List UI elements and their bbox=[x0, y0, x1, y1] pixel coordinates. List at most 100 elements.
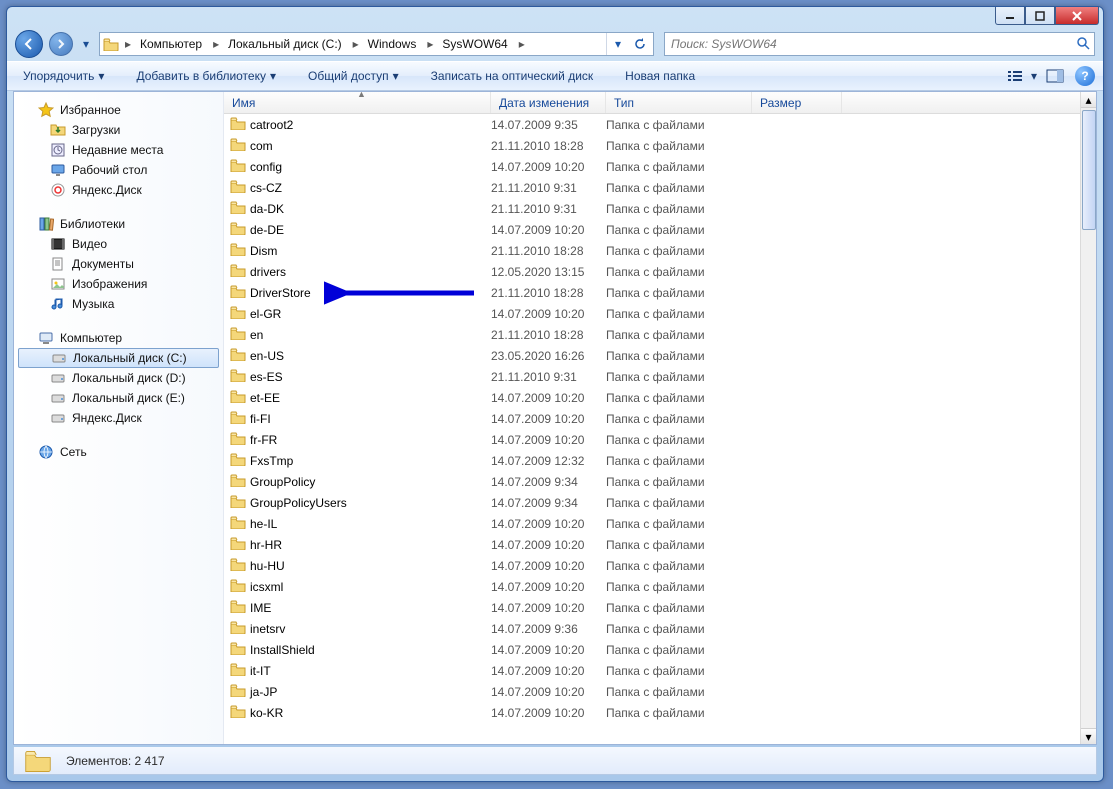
file-row[interactable]: cs-CZ21.11.2010 9:31Папка с файлами bbox=[224, 177, 1080, 198]
sidebar-item[interactable]: Документы bbox=[14, 254, 223, 274]
sidebar-group-label: Избранное bbox=[60, 103, 121, 117]
file-row[interactable]: config14.07.2009 10:20Папка с файлами bbox=[224, 156, 1080, 177]
sidebar-item[interactable]: Недавние места bbox=[14, 140, 223, 160]
file-row[interactable]: hu-HU14.07.2009 10:20Папка с файлами bbox=[224, 555, 1080, 576]
file-date: 14.07.2009 10:20 bbox=[491, 664, 584, 678]
file-row[interactable]: de-DE14.07.2009 10:20Папка с файлами bbox=[224, 219, 1080, 240]
column-size[interactable]: Размер bbox=[752, 92, 842, 113]
vertical-scrollbar[interactable]: ▴ ▾ bbox=[1080, 92, 1096, 744]
file-row[interactable]: catroot214.07.2009 9:35Папка с файлами bbox=[224, 114, 1080, 135]
file-row[interactable]: IME14.07.2009 10:20Папка с файлами bbox=[224, 597, 1080, 618]
file-row[interactable]: GroupPolicyUsers14.07.2009 9:34Папка с ф… bbox=[224, 492, 1080, 513]
sidebar-item[interactable]: Локальный диск (C:) bbox=[18, 348, 219, 368]
file-row[interactable]: GroupPolicy14.07.2009 9:34Папка с файлам… bbox=[224, 471, 1080, 492]
file-row[interactable]: it-IT14.07.2009 10:20Папка с файлами bbox=[224, 660, 1080, 681]
sidebar-item[interactable]: Изображения bbox=[14, 274, 223, 294]
breadcrumb-item[interactable]: Компьютер bbox=[136, 33, 208, 55]
sidebar-group-header[interactable]: Библиотеки bbox=[14, 214, 223, 234]
search-box[interactable] bbox=[664, 32, 1095, 56]
breadcrumb-dropdown[interactable]: ▾ bbox=[607, 33, 629, 55]
column-name[interactable]: Имя ▲ bbox=[224, 92, 491, 113]
file-row[interactable]: com21.11.2010 18:28Папка с файлами bbox=[224, 135, 1080, 156]
file-row[interactable]: en21.11.2010 18:28Папка с файлами bbox=[224, 324, 1080, 345]
file-row[interactable]: InstallShield14.07.2009 10:20Папка с фай… bbox=[224, 639, 1080, 660]
preview-pane-button[interactable] bbox=[1043, 65, 1067, 87]
back-button[interactable] bbox=[15, 30, 43, 58]
file-type: Папка с файлами bbox=[606, 559, 705, 573]
new-folder-button[interactable]: Новая папка bbox=[617, 65, 703, 87]
scroll-thumb[interactable] bbox=[1082, 110, 1096, 230]
refresh-button[interactable] bbox=[629, 33, 651, 55]
sidebar-item[interactable]: Музыка bbox=[14, 294, 223, 314]
chevron-right-icon[interactable]: ▸ bbox=[348, 33, 364, 55]
history-dropdown[interactable]: ▾ bbox=[79, 34, 93, 54]
file-name: IME bbox=[250, 601, 271, 615]
sidebar-item[interactable]: Яндекс.Диск bbox=[14, 180, 223, 200]
add-to-library-menu[interactable]: Добавить в библиотеку ▾ bbox=[128, 65, 284, 87]
breadcrumb-item[interactable]: Локальный диск (C:) bbox=[224, 33, 348, 55]
sidebar-item[interactable]: Загрузки bbox=[14, 120, 223, 140]
sidebar-group-header[interactable]: Сеть bbox=[14, 442, 223, 462]
file-name: inetsrv bbox=[250, 622, 285, 636]
file-row[interactable]: en-US23.05.2020 16:26Папка с файлами bbox=[224, 345, 1080, 366]
folder-icon bbox=[230, 117, 246, 133]
file-row[interactable]: el-GR14.07.2009 10:20Папка с файлами bbox=[224, 303, 1080, 324]
forward-button[interactable] bbox=[49, 32, 73, 56]
file-row[interactable]: fr-FR14.07.2009 10:20Папка с файлами bbox=[224, 429, 1080, 450]
file-row[interactable]: hr-HR14.07.2009 10:20Папка с файлами bbox=[224, 534, 1080, 555]
sidebar-item[interactable]: Яндекс.Диск bbox=[14, 408, 223, 428]
file-type: Папка с файлами bbox=[606, 391, 705, 405]
share-menu[interactable]: Общий доступ ▾ bbox=[300, 65, 407, 87]
file-name: da-DK bbox=[250, 202, 284, 216]
sidebar-group-header[interactable]: Компьютер bbox=[14, 328, 223, 348]
file-row[interactable]: inetsrv14.07.2009 9:36Папка с файлами bbox=[224, 618, 1080, 639]
file-row[interactable]: drivers12.05.2020 13:15Папка с файлами bbox=[224, 261, 1080, 282]
breadcrumb-item[interactable]: Windows bbox=[364, 33, 423, 55]
file-type: Папка с файлами bbox=[606, 454, 705, 468]
chevron-right-icon[interactable]: ▸ bbox=[514, 33, 530, 55]
sidebar-item[interactable]: Видео bbox=[14, 234, 223, 254]
chevron-right-icon[interactable]: ▸ bbox=[208, 33, 224, 55]
scroll-down-button[interactable]: ▾ bbox=[1081, 728, 1096, 744]
file-row[interactable]: Dism21.11.2010 18:28Папка с файлами bbox=[224, 240, 1080, 261]
file-date: 14.07.2009 10:20 bbox=[491, 706, 584, 720]
burn-button[interactable]: Записать на оптический диск bbox=[423, 65, 602, 87]
folder-icon bbox=[230, 201, 246, 217]
file-name: DriverStore bbox=[250, 286, 311, 300]
sidebar-group-header[interactable]: Избранное bbox=[14, 100, 223, 120]
sidebar-item[interactable]: Рабочий стол bbox=[14, 160, 223, 180]
column-type[interactable]: Тип bbox=[606, 92, 752, 113]
sidebar-item[interactable]: Локальный диск (D:) bbox=[14, 368, 223, 388]
chevron-right-icon[interactable]: ▸ bbox=[120, 33, 136, 55]
column-date[interactable]: Дата изменения bbox=[491, 92, 606, 113]
minimize-button[interactable] bbox=[995, 7, 1025, 25]
file-row[interactable]: es-ES21.11.2010 9:31Папка с файлами bbox=[224, 366, 1080, 387]
organize-menu[interactable]: Упорядочить ▾ bbox=[15, 65, 112, 87]
libraries bbox=[38, 216, 54, 232]
breadcrumb[interactable]: ▸ Компьютер▸Локальный диск (C:)▸Windows▸… bbox=[99, 32, 654, 56]
file-row[interactable]: DriverStore21.11.2010 18:28Папка с файла… bbox=[224, 282, 1080, 303]
view-mode-dropdown[interactable]: ▾ bbox=[1027, 65, 1041, 87]
search-icon[interactable] bbox=[1076, 36, 1090, 53]
file-row[interactable]: da-DK21.11.2010 9:31Папка с файлами bbox=[224, 198, 1080, 219]
file-row[interactable]: ko-KR14.07.2009 10:20Папка с файлами bbox=[224, 702, 1080, 723]
search-input[interactable] bbox=[669, 36, 1076, 52]
file-row[interactable]: icsxml14.07.2009 10:20Папка с файлами bbox=[224, 576, 1080, 597]
chevron-right-icon[interactable]: ▸ bbox=[422, 33, 438, 55]
file-date: 14.07.2009 9:34 bbox=[491, 475, 578, 489]
breadcrumb-item[interactable]: SysWOW64 bbox=[438, 33, 513, 55]
maximize-button[interactable] bbox=[1025, 7, 1055, 25]
file-row[interactable]: FxsTmp14.07.2009 12:32Папка с файлами bbox=[224, 450, 1080, 471]
close-button[interactable] bbox=[1055, 7, 1099, 25]
help-button[interactable]: ? bbox=[1075, 66, 1095, 86]
file-row[interactable]: et-EE14.07.2009 10:20Папка с файлами bbox=[224, 387, 1080, 408]
file-name: cs-CZ bbox=[250, 181, 282, 195]
file-type: Папка с файлами bbox=[606, 433, 705, 447]
file-row[interactable]: ja-JP14.07.2009 10:20Папка с файлами bbox=[224, 681, 1080, 702]
scroll-up-button[interactable]: ▴ bbox=[1081, 92, 1096, 108]
file-row[interactable]: he-IL14.07.2009 10:20Папка с файлами bbox=[224, 513, 1080, 534]
folder-icon bbox=[230, 180, 246, 196]
sidebar-item[interactable]: Локальный диск (E:) bbox=[14, 388, 223, 408]
view-mode-button[interactable] bbox=[1003, 65, 1027, 87]
file-row[interactable]: fi-FI14.07.2009 10:20Папка с файлами bbox=[224, 408, 1080, 429]
